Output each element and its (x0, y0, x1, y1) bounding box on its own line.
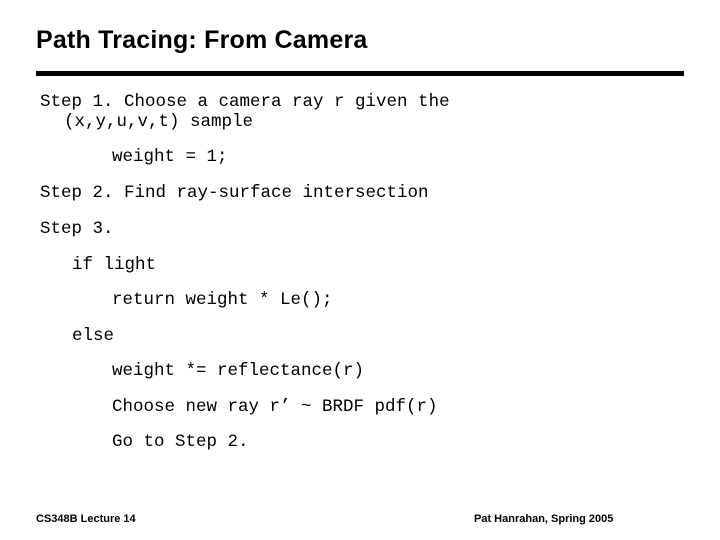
body-line: Step 3. (40, 219, 114, 239)
body-line: (x,y,u,v,t) sample (64, 111, 254, 132)
footer-lecture-label: CS348B Lecture 14 (36, 513, 136, 525)
body-line: weight = 1; (112, 147, 228, 167)
body-line: return weight * Le(); (112, 290, 333, 310)
title-divider (36, 71, 684, 76)
body-line: if light (72, 254, 157, 275)
body-line: Go to Step 2. (112, 432, 249, 452)
body-line: else (72, 325, 115, 346)
slide-body: Step 1. Choose a camera ray r given the … (40, 92, 700, 452)
page-title: Path Tracing: From Camera (36, 26, 368, 54)
footer-author-label: Pat Hanrahan, Spring 2005 (474, 513, 614, 525)
body-line: Step 2. Find ray-surface intersection (40, 182, 429, 203)
body-line: weight *= reflectance(r) (112, 361, 365, 381)
slide: Path Tracing: From Camera Step 1. Choose… (0, 0, 720, 540)
body-line: Choose new ray r’ ~ BRDF pdf(r) (112, 396, 438, 417)
body-line: Step 1. Choose a camera ray r given the (40, 92, 450, 112)
